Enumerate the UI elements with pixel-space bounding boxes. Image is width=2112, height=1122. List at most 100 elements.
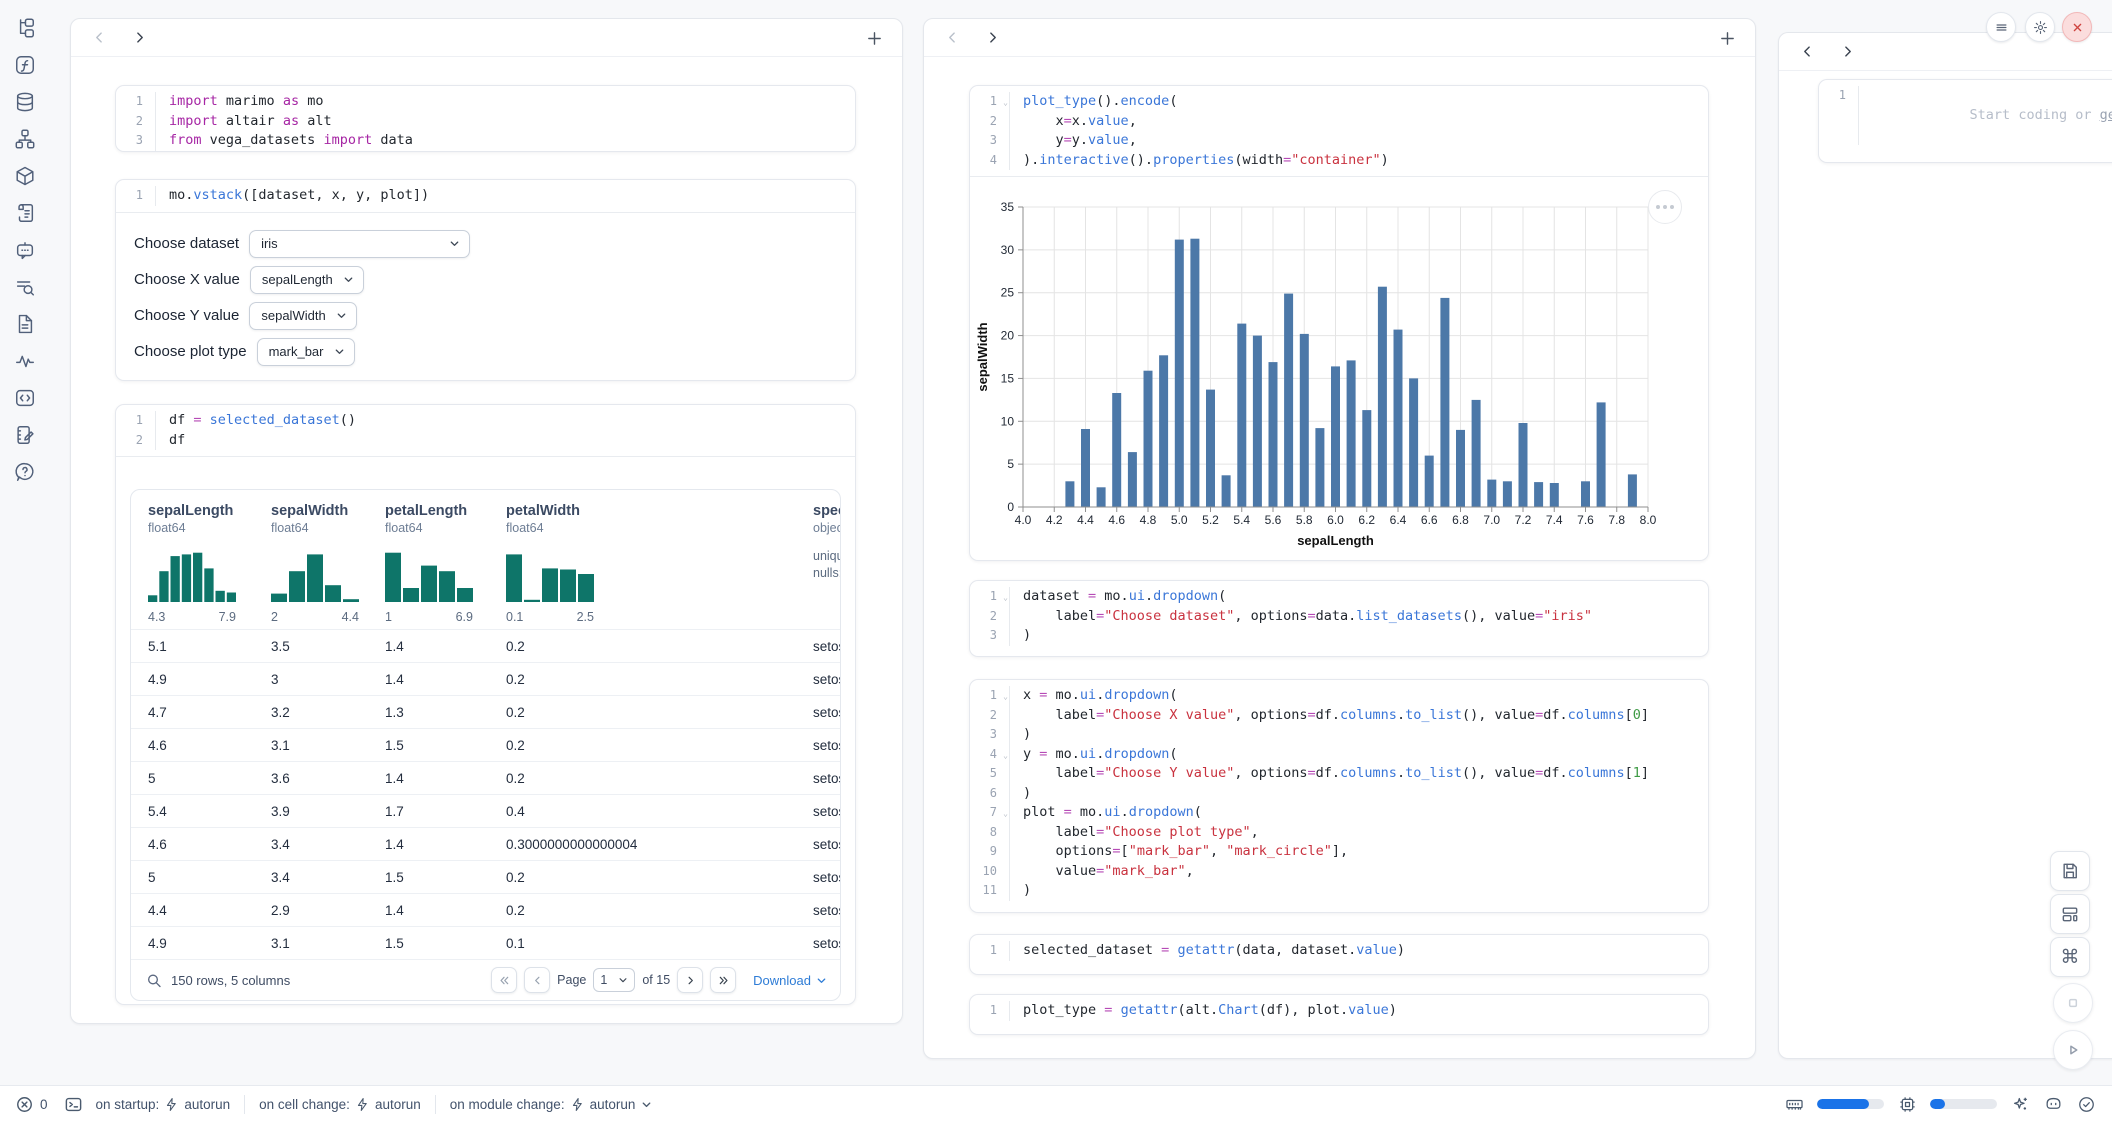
- database-icon[interactable]: [13, 90, 37, 114]
- code-cell-plot-type[interactable]: 1plot_type = getattr(alt.Chart(df), plot…: [969, 994, 1709, 1035]
- code-line[interactable]: 2 label="Choose X value", options=df.col…: [970, 706, 1708, 726]
- menu-button[interactable]: [1986, 12, 2016, 42]
- table-column-header[interactable]: sepalWidthfloat6424.4: [271, 503, 385, 624]
- code-line[interactable]: 7⌄plot = mo.ui.dropdown(: [970, 803, 1708, 823]
- column-histogram[interactable]: [385, 544, 506, 607]
- code-cell-imports[interactable]: 1import marimo as mo2import altair as al…: [115, 85, 856, 152]
- code-line[interactable]: 1plot_type = getattr(alt.Chart(df), plot…: [970, 1001, 1708, 1021]
- chevron-right-icon[interactable]: [132, 31, 146, 45]
- add-cell-button[interactable]: [1719, 30, 1736, 47]
- chevron-left-icon[interactable]: [1800, 45, 1814, 59]
- chat-bot-icon[interactable]: [13, 238, 37, 262]
- prev-page-button[interactable]: [524, 967, 550, 993]
- table-row[interactable]: 5.13.51.40.2setos: [131, 629, 840, 662]
- code-line[interactable]: 11): [970, 881, 1708, 901]
- last-page-button[interactable]: [710, 967, 736, 993]
- code-line[interactable]: 1df = selected_dataset(): [116, 411, 855, 431]
- package-icon[interactable]: [13, 164, 37, 188]
- choose-plot-type-dropdown[interactable]: mark_bar: [257, 338, 355, 366]
- help-icon[interactable]: [13, 460, 37, 484]
- command-palette-button[interactable]: ⌘: [2050, 937, 2090, 977]
- code-line[interactable]: 3from vega_datasets import data: [116, 131, 855, 151]
- code-cell-dataframe[interactable]: 1df = selected_dataset()2df sepalLengthf…: [115, 404, 856, 1005]
- file-tree-icon[interactable]: [13, 16, 37, 40]
- error-count[interactable]: 0: [14, 1094, 48, 1114]
- copilot-icon[interactable]: [2043, 1094, 2063, 1114]
- stop-button[interactable]: [2053, 983, 2093, 1023]
- code-cell-plot[interactable]: 1⌄plot_type().encode(2 x=x.value,3 y=y.v…: [969, 85, 1709, 561]
- code-line[interactable]: 10 value="mark_bar",: [970, 862, 1708, 882]
- code-cell-dataset-dropdown[interactable]: 1⌄dataset = mo.ui.dropdown(2 label="Choo…: [969, 580, 1709, 657]
- sitemap-icon[interactable]: [13, 127, 37, 151]
- code-line[interactable]: 3 y=y.value,: [970, 131, 1708, 151]
- page-select[interactable]: 1: [593, 968, 635, 992]
- settings-gear-button[interactable]: [2025, 12, 2055, 42]
- code-line[interactable]: 8 label="Choose plot type",: [970, 823, 1708, 843]
- table-column-header[interactable]: petalLengthfloat6416.9: [385, 503, 506, 624]
- code-line[interactable]: 9 options=["mark_bar", "mark_circle"],: [970, 842, 1708, 862]
- table-row[interactable]: 53.41.50.2setos: [131, 860, 840, 893]
- download-button[interactable]: Download: [753, 973, 827, 988]
- layout-grid-button[interactable]: [2050, 894, 2090, 934]
- empty-code-cell[interactable]: 1 Start coding or generate with AI: [1818, 79, 2112, 163]
- fold-chevron-icon[interactable]: ⌄: [1003, 588, 1008, 608]
- table-row[interactable]: 4.931.40.2setos: [131, 662, 840, 695]
- notebook-edit-icon[interactable]: [13, 423, 37, 447]
- choose-x-value-dropdown[interactable]: sepalLength: [250, 266, 364, 294]
- code-cell-selected-dataset[interactable]: 1selected_dataset = getattr(data, datase…: [969, 934, 1709, 975]
- save-button[interactable]: [2050, 851, 2090, 891]
- chart-actions-button[interactable]: [1648, 190, 1682, 224]
- table-row[interactable]: 4.63.41.40.3000000000000004setos: [131, 827, 840, 860]
- code-line[interactable]: 2df: [116, 431, 855, 451]
- ai-sparkles-icon[interactable]: [2010, 1094, 2030, 1114]
- run-setting-2[interactable]: on cell change:autorun: [259, 1097, 421, 1112]
- table-row[interactable]: 5.43.91.70.4setos: [131, 794, 840, 827]
- table-column-header[interactable]: sepalLengthfloat644.37.9: [148, 503, 271, 624]
- table-row[interactable]: 4.63.11.50.2setos: [131, 728, 840, 761]
- generate-link[interactable]: generate: [2100, 107, 2112, 123]
- choose-y-value-dropdown[interactable]: sepalWidth: [249, 302, 356, 330]
- function-icon[interactable]: [13, 53, 37, 77]
- fold-chevron-icon[interactable]: ⌄: [1003, 93, 1008, 113]
- code-line[interactable]: 1import marimo as mo: [116, 92, 855, 112]
- chevron-right-icon[interactable]: [985, 31, 999, 45]
- fold-chevron-icon[interactable]: ⌄: [1003, 687, 1008, 707]
- code-line[interactable]: 1⌄dataset = mo.ui.dropdown(: [970, 587, 1708, 607]
- fold-chevron-icon[interactable]: ⌄: [1003, 804, 1008, 824]
- search-icon[interactable]: [146, 972, 162, 988]
- table-column-header[interactable]: petalWidthfloat640.12.5: [506, 503, 813, 624]
- code-line[interactable]: 4⌄y = mo.ui.dropdown(: [970, 745, 1708, 765]
- chevron-left-icon[interactable]: [92, 31, 106, 45]
- code-line[interactable]: 1⌄x = mo.ui.dropdown(: [970, 686, 1708, 706]
- run-setting-3[interactable]: on module change:autorun: [450, 1097, 654, 1112]
- column-histogram[interactable]: [506, 544, 813, 607]
- add-cell-button[interactable]: [866, 30, 883, 47]
- chevron-right-icon[interactable]: [1840, 45, 1854, 59]
- code-line[interactable]: 2 x=x.value,: [970, 112, 1708, 132]
- column-histogram[interactable]: [271, 544, 385, 607]
- code-line[interactable]: 3): [970, 626, 1708, 646]
- table-row[interactable]: 4.73.21.30.2setos: [131, 695, 840, 728]
- connection-status-icon[interactable]: [2076, 1094, 2096, 1114]
- code-line[interactable]: 1mo.vstack([dataset, x, y, plot]): [116, 186, 855, 206]
- code-cell-xy-dropdowns[interactable]: 1⌄x = mo.ui.dropdown(2 label="Choose X v…: [969, 679, 1709, 913]
- first-page-button[interactable]: [491, 967, 517, 993]
- choose-dataset-dropdown[interactable]: iris: [249, 230, 470, 258]
- run-button[interactable]: [2053, 1030, 2093, 1070]
- code-line[interactable]: 1 Start coding or generate with AI: [1819, 86, 2112, 145]
- search-list-icon[interactable]: [13, 275, 37, 299]
- code-line[interactable]: 2import altair as alt: [116, 112, 855, 132]
- code-line[interactable]: 2 label="Choose dataset", options=data.l…: [970, 607, 1708, 627]
- code-line[interactable]: 3): [970, 725, 1708, 745]
- fold-chevron-icon[interactable]: ⌄: [1003, 746, 1008, 766]
- chevron-left-icon[interactable]: [945, 31, 959, 45]
- code-line[interactable]: 5 label="Choose Y value", options=df.col…: [970, 764, 1708, 784]
- script-icon[interactable]: [13, 201, 37, 225]
- code-cell-vstack[interactable]: 1mo.vstack([dataset, x, y, plot]) Choose…: [115, 179, 856, 381]
- column-histogram[interactable]: [148, 544, 271, 607]
- bar-chart[interactable]: 4.04.24.44.64.85.05.25.45.65.86.06.26.46…: [970, 177, 1708, 561]
- next-page-button[interactable]: [677, 967, 703, 993]
- terminal-icon[interactable]: [64, 1094, 84, 1114]
- table-column-header[interactable]: speciobjecuniqunulls:: [813, 503, 841, 624]
- code-line[interactable]: 4).interactive().properties(width="conta…: [970, 151, 1708, 171]
